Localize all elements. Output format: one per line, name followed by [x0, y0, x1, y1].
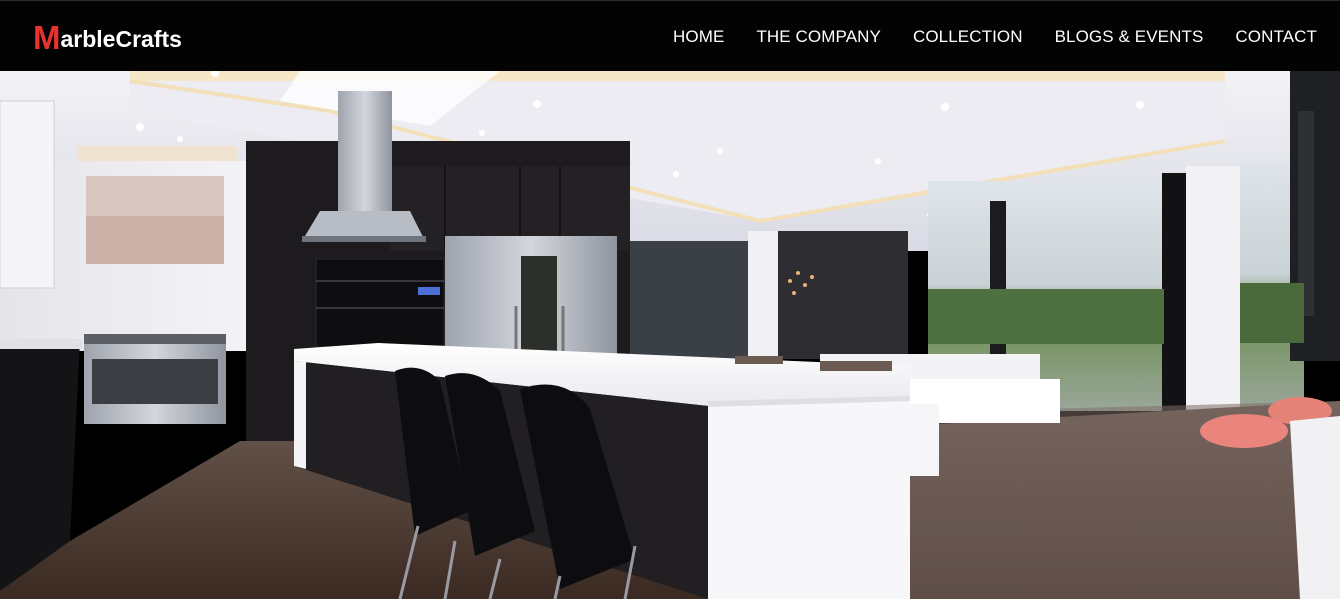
nav-item-home[interactable]: HOME	[673, 27, 724, 47]
nav-item-contact[interactable]: CONTACT	[1235, 27, 1317, 47]
hero-image	[0, 71, 1340, 599]
logo-text: arbleCrafts	[60, 26, 182, 52]
nav-item-the-company[interactable]: THE COMPANY	[756, 27, 881, 47]
nav-item-collection[interactable]: COLLECTION	[913, 27, 1023, 47]
site-logo[interactable]: MarbleCrafts	[33, 19, 182, 55]
main-nav: HOME THE COMPANY COLLECTION BLOGS & EVEN…	[673, 27, 1317, 47]
kitchen-interior-illustration	[0, 71, 1340, 599]
nav-item-blogs-events[interactable]: BLOGS & EVENTS	[1055, 27, 1204, 47]
navbar: MarbleCrafts HOME THE COMPANY COLLECTION…	[0, 0, 1340, 71]
logo-initial: M	[33, 19, 61, 56]
